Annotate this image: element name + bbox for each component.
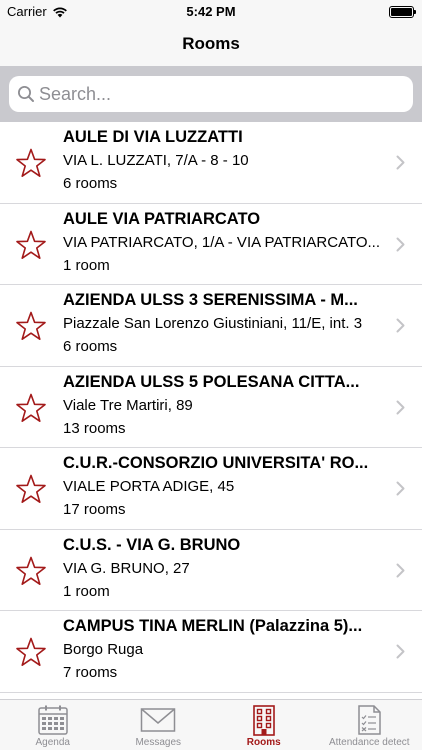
tab-agenda[interactable]: Agenda: [0, 700, 106, 750]
search-icon: [18, 86, 34, 102]
navigation-bar: Rooms: [0, 24, 422, 66]
star-icon[interactable]: [15, 230, 47, 260]
list-item[interactable]: AZIENDA ULSS 5 POLESANA CITTA... Viale T…: [0, 367, 422, 448]
search-field[interactable]: [9, 76, 413, 112]
battery-icon: [389, 6, 416, 18]
chevron-right-icon: [396, 644, 405, 659]
room-title: AZIENDA ULSS 5 POLESANA CITTA...: [63, 372, 360, 391]
room-count: 7 rooms: [63, 664, 118, 681]
tab-attendance-detect[interactable]: Attendance detect: [317, 700, 422, 750]
chevron-right-icon: [396, 481, 405, 496]
search-bar: [0, 66, 422, 122]
room-count: 1 room: [63, 582, 110, 600]
tab-bar: Agenda Messages Rooms Attendance detect: [0, 699, 422, 750]
chevron-right-icon: [396, 237, 405, 251]
list-item[interactable]: CAMPUS TINA MERLIN (Palazzina 5)... Borg…: [0, 611, 422, 693]
tab-messages[interactable]: Messages: [106, 700, 212, 750]
room-address: Borgo Ruga: [63, 641, 144, 658]
star-icon[interactable]: [15, 474, 47, 504]
list-item[interactable]: C.U.R.-CONSORZIO UNIVERSITA' RO... VIALE…: [0, 448, 422, 530]
chevron-right-icon: [396, 563, 405, 577]
room-title: C.U.R.-CONSORZIO UNIVERSITA' RO...: [63, 454, 369, 472]
list-item[interactable]: AULE DI VIA LUZZATTI VIA L. LUZZATI, 7/A…: [0, 122, 422, 204]
room-address: VIA L. LUZZATI, 7/A - 8 - 10: [63, 152, 249, 169]
list-item[interactable]: C.U.S. - VIA G. BRUNO VIA G. BRUNO, 27 1…: [0, 530, 422, 611]
room-count: 6 rooms: [63, 338, 118, 355]
room-address: VIA G. BRUNO, 27: [63, 559, 190, 577]
calendar-icon: [38, 705, 68, 735]
tab-label: Rooms: [246, 737, 281, 748]
room-address: Piazzale San Lorenzo Giustiniani, 11/E, …: [63, 315, 363, 332]
list-item[interactable]: AZIENDA ULSS 3 SERENISSIMA - M... Piazza…: [0, 285, 422, 367]
status-bar: Carrier 5:42 PM: [0, 0, 422, 24]
room-title: AZIENDA ULSS 3 SERENISSIMA - M...: [63, 291, 358, 309]
room-title: CAMPUS TINA MERLIN (Palazzina 5)...: [63, 617, 363, 635]
tab-label: Attendance detect: [328, 737, 410, 748]
room-title: C.U.S. - VIA G. BRUNO: [63, 535, 241, 554]
room-count: 17 rooms: [63, 501, 126, 518]
star-icon[interactable]: [15, 637, 47, 667]
chevron-right-icon: [396, 155, 405, 170]
attendance-sheet-icon: [358, 705, 381, 735]
star-icon[interactable]: [15, 556, 47, 586]
tab-label: Agenda: [35, 737, 70, 748]
room-address: VIALE PORTA ADIGE, 45: [63, 478, 235, 495]
room-address: Viale Tre Martiri, 89: [63, 396, 193, 414]
star-icon[interactable]: [15, 311, 47, 341]
tab-rooms[interactable]: Rooms: [211, 700, 317, 750]
room-address: VIA PATRIARCATO, 1/A - VIA PATRIARCATO..…: [63, 233, 381, 251]
star-icon[interactable]: [15, 393, 47, 423]
search-input[interactable]: [39, 76, 399, 112]
chevron-right-icon: [396, 318, 405, 333]
rooms-list: AULE DI VIA LUZZATTI VIA L. LUZZATI, 7/A…: [0, 122, 422, 693]
envelope-icon: [141, 708, 176, 732]
room-count: 13 rooms: [63, 419, 126, 437]
status-time: 5:42 PM: [186, 4, 236, 19]
building-icon: [252, 705, 275, 736]
star-icon[interactable]: [15, 148, 47, 178]
room-count: 1 room: [63, 256, 110, 274]
room-count: 6 rooms: [63, 175, 118, 192]
page-title: Rooms: [182, 34, 240, 53]
list-item[interactable]: AULE VIA PATRIARCATO VIA PATRIARCATO, 1/…: [0, 204, 422, 285]
chevron-right-icon: [396, 400, 405, 414]
tab-label: Messages: [135, 737, 182, 748]
room-title: AULE DI VIA LUZZATTI: [63, 128, 243, 146]
room-title: AULE VIA PATRIARCATO: [63, 209, 261, 228]
